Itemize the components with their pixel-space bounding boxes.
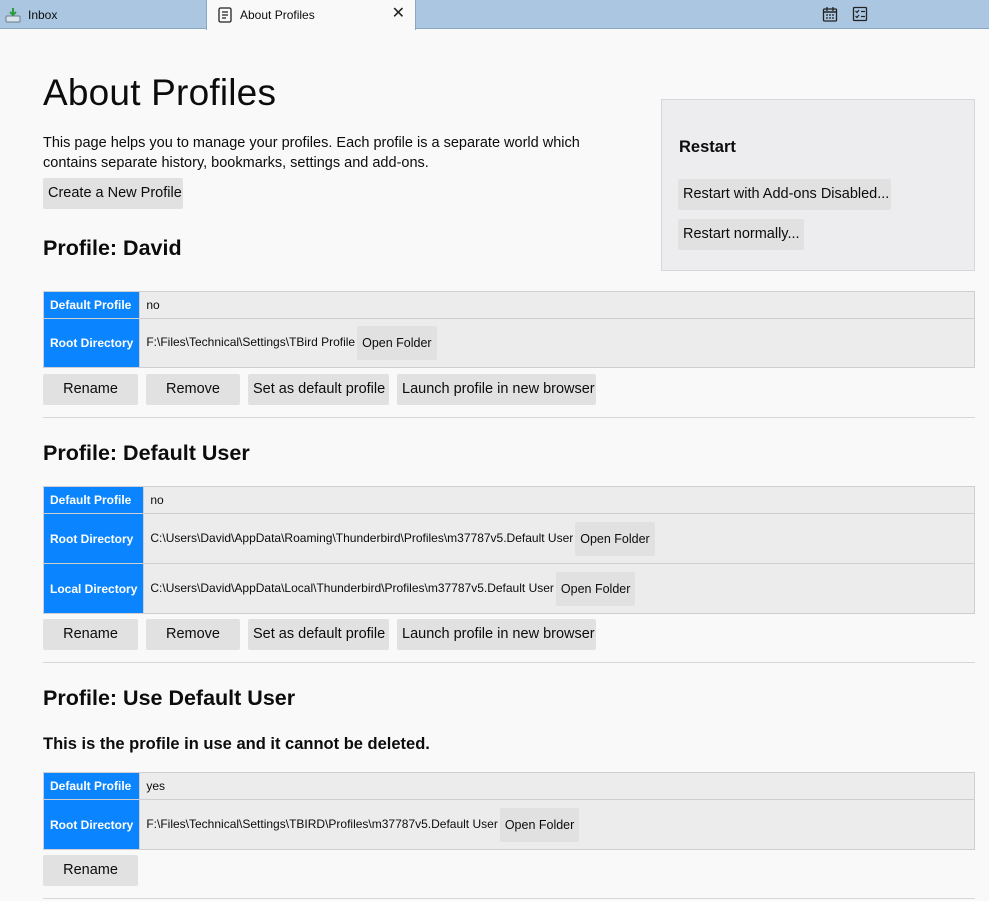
document-icon	[217, 7, 233, 23]
restart-addons-disabled-button[interactable]: Restart with Add-ons Disabled...	[678, 179, 891, 210]
divider	[43, 417, 975, 418]
restart-normally-button[interactable]: Restart normally...	[678, 219, 804, 250]
profile-title-use-default-user: Profile: Use Default User	[43, 686, 296, 710]
open-folder-button[interactable]: Open Folder	[575, 521, 655, 556]
divider	[43, 898, 975, 899]
calendar-icon[interactable]	[822, 6, 838, 22]
page-title: About Profiles	[43, 72, 277, 113]
open-folder-button[interactable]: Open Folder	[555, 571, 636, 606]
default-profile-value: no	[139, 292, 974, 318]
tab-inbox-label: Inbox	[28, 7, 58, 22]
set-default-button[interactable]: Set as default profile	[248, 374, 389, 405]
root-directory-path: C:\Users\David\AppData\Roaming\Thunderbi…	[150, 530, 574, 545]
remove-button[interactable]: Remove	[146, 619, 240, 650]
root-directory-label: Root Directory	[44, 799, 140, 849]
root-directory-path: F:\Files\Technical\Settings\TBIRD\Profil…	[146, 816, 498, 831]
tab-strip: Inbox About Profiles ✕	[0, 0, 989, 30]
root-directory-path: F:\Files\Technical\Settings\TBird Profil…	[146, 335, 356, 350]
default-profile-value: no	[143, 487, 974, 513]
rename-button[interactable]: Rename	[43, 374, 138, 405]
tasks-icon[interactable]	[852, 6, 868, 22]
tab-about-profiles[interactable]: About Profiles ✕	[206, 0, 416, 30]
profile-info-table: Default Profile yes Root Directory F:\Fi…	[43, 772, 975, 850]
root-directory-label: Root Directory	[44, 318, 140, 367]
page-intro: This page helps you to manage your profi…	[43, 135, 580, 171]
profile-info-table: Default Profile no Root Directory C:\Use…	[43, 486, 975, 614]
tab-inbox[interactable]: Inbox	[0, 0, 205, 29]
launch-profile-button[interactable]: Launch profile in new browser	[397, 619, 596, 650]
profile-info-table: Default Profile no Root Directory F:\Fil…	[43, 291, 975, 368]
launch-profile-button[interactable]: Launch profile in new browser	[397, 374, 596, 405]
set-default-button[interactable]: Set as default profile	[248, 619, 389, 650]
create-profile-button[interactable]: Create a New Profile	[43, 178, 183, 209]
remove-button[interactable]: Remove	[146, 374, 240, 405]
default-profile-label: Default Profile	[44, 487, 144, 513]
default-profile-label: Default Profile	[44, 292, 140, 318]
root-directory-value: F:\Files\Technical\Settings\TBird Profil…	[139, 318, 974, 367]
root-directory-value: C:\Users\David\AppData\Roaming\Thunderbi…	[143, 513, 974, 563]
open-folder-button[interactable]: Open Folder	[499, 807, 580, 842]
local-directory-path: C:\Users\David\AppData\Local\Thunderbird…	[150, 580, 554, 595]
rename-button[interactable]: Rename	[43, 855, 138, 886]
default-profile-label: Default Profile	[44, 773, 140, 799]
root-directory-value: F:\Files\Technical\Settings\TBIRD\Profil…	[139, 799, 974, 849]
tab-about-label: About Profiles	[240, 8, 315, 22]
profile-in-use-note: This is the profile in use and it cannot…	[43, 735, 430, 753]
divider	[43, 662, 975, 663]
rename-button[interactable]: Rename	[43, 619, 138, 650]
close-icon[interactable]: ✕	[392, 6, 405, 22]
root-directory-label: Root Directory	[44, 513, 144, 563]
local-directory-label: Local Directory	[44, 563, 144, 613]
restart-title: Restart	[679, 138, 736, 156]
restart-panel: Restart Restart with Add-ons Disabled...…	[661, 99, 975, 271]
default-profile-value: yes	[139, 773, 974, 799]
open-folder-button[interactable]: Open Folder	[357, 326, 437, 360]
local-directory-value: C:\Users\David\AppData\Local\Thunderbird…	[143, 563, 974, 613]
profile-title-default-user: Profile: Default User	[43, 441, 250, 465]
inbox-icon	[5, 7, 21, 23]
profile-title-david: Profile: David	[43, 236, 182, 260]
